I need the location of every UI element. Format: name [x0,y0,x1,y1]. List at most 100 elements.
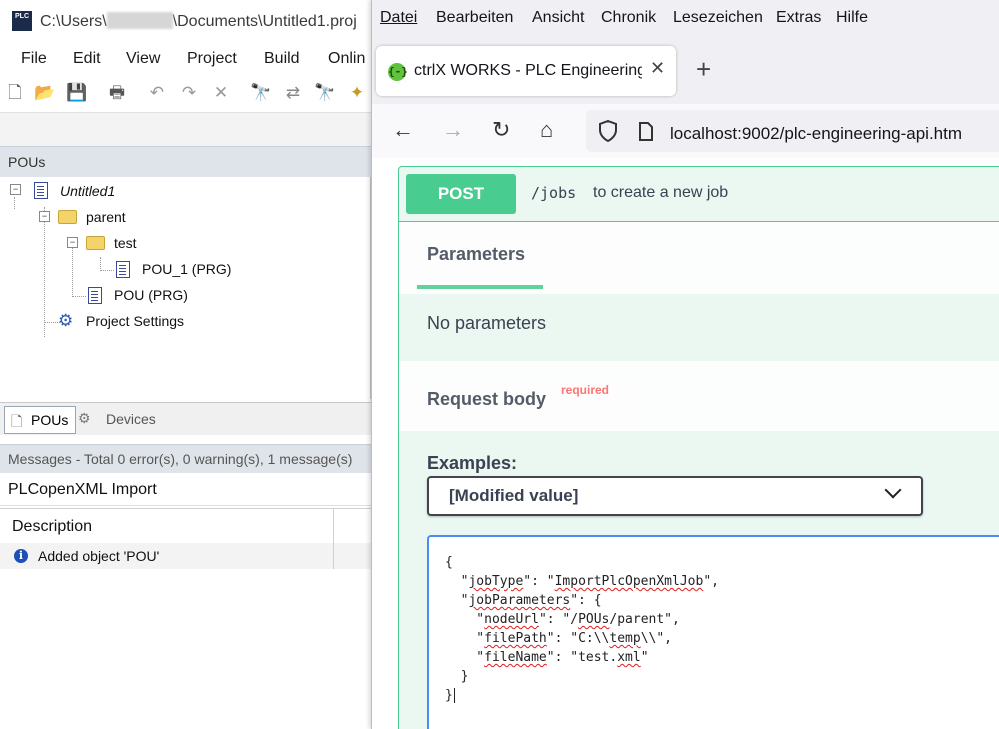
menu-edit[interactable]: Edit [73,50,101,68]
pous-panel-header: POUs [0,146,371,178]
project-icon [34,182,48,199]
project-settings-icon: ⚙ [58,311,74,330]
ide-toolbar: 🗋 📂 💾 🖶 ↶ ↷ ✕ 🔭 ⇄ 🔭 ✦ [0,76,371,110]
pous-panel-title: POUs [8,154,46,170]
collapse-toggle-root[interactable]: − [10,184,21,195]
ide-window: PLC C:\Users\ \Documents\Untitled1.proj F… [0,0,371,729]
examples-selected-value: [Modified value] [449,486,579,505]
messages-summary: Messages - Total 0 error(s), 0 warning(s… [8,451,353,467]
replace-icon[interactable]: ⇄ [282,82,304,104]
menu-bearbeiten[interactable]: Bearbeiten [436,9,513,27]
message-text: Added object 'POU' [38,548,160,564]
redo-icon[interactable]: ↷ [178,82,200,104]
home-icon[interactable]: ⌂ [540,116,553,144]
method-badge: POST [406,174,516,214]
tab-devices[interactable]: ⚙ Devices [78,406,168,432]
panel-tabs: 🗋 POUs ⚙ Devices [0,402,371,435]
shield-icon[interactable] [598,120,618,142]
save-icon[interactable]: 💾 [66,82,88,104]
redacted-username [106,12,173,29]
ide-window-title: C:\Users\ \Documents\Untitled1.proj [40,12,357,30]
menu-file[interactable]: File [21,50,47,68]
menu-chronik[interactable]: Chronik [601,9,656,27]
menu-datei[interactable]: Datei [380,9,417,27]
browser-menu-bar: Datei Bearbeiten Ansicht Chronik Lesezei… [372,0,999,36]
column-description[interactable]: Description [12,518,92,536]
close-tab-icon[interactable]: ✕ [650,58,665,79]
messages-table-header: Description [0,508,371,544]
bookmark-icon[interactable]: ✦ [346,82,368,104]
menu-ansicht[interactable]: Ansicht [532,9,584,27]
menu-hilfe[interactable]: Hilfe [836,9,868,27]
browser-tab-bar: {-} ctrlX WORKS - PLC Engineering ✕ + [372,36,999,104]
folder-icon [86,236,105,250]
browser-tab-active[interactable]: {-} ctrlX WORKS - PLC Engineering ✕ [376,46,676,96]
tab-parameters[interactable]: Parameters [427,244,525,265]
request-body-editor[interactable]: { "jobType": "ImportPlcOpenXmlJob", "job… [427,535,999,729]
delete-icon[interactable]: ✕ [210,82,232,104]
messages-table: Description i Added object 'POU' [0,508,371,729]
page-info-icon[interactable] [638,122,654,141]
url-text: localhost:9002/plc-engineering-api.htm [670,124,963,143]
folder-icon [58,210,77,224]
post-jobs-operation: POST /jobs to create a new job Parameter… [398,166,999,729]
request-body-json: { "jobType": "ImportPlcOpenXmlJob", "job… [445,555,719,703]
plc-logo-icon: PLC [12,11,32,31]
find-next-icon[interactable]: 🔭 [314,82,336,104]
collapse-toggle-test[interactable]: − [67,237,78,248]
tree-node-untitled1[interactable]: Untitled1 [60,181,115,201]
request-body-title: Request body [427,389,547,409]
swagger-page: POST /jobs to create a new job Parameter… [372,158,999,729]
program-icon [116,261,130,278]
tree-node-test[interactable]: test [114,233,137,253]
new-icon[interactable]: 🗋 [4,82,26,104]
table-row[interactable]: i Added object 'POU' [0,543,371,569]
request-body-header: Request body required [399,361,999,431]
tab-title: ctrlX WORKS - PLC Engineering [414,62,642,79]
tree-node-pou[interactable]: POU (PRG) [114,285,188,305]
menu-extras[interactable]: Extras [776,9,821,27]
menu-project[interactable]: Project [187,50,237,68]
menu-lesezeichen[interactable]: Lesezeichen [673,9,763,27]
find-icon[interactable]: 🔭 [250,82,272,104]
undo-icon[interactable]: ↶ [146,82,168,104]
tab-pous[interactable]: 🗋 POUs [4,406,76,434]
menu-view[interactable]: View [126,50,160,68]
required-label: required [561,383,610,397]
forward-icon[interactable]: → [442,116,464,144]
back-icon[interactable]: ← [392,116,414,144]
chevron-down-icon [884,481,902,499]
browser-nav-bar: ← → ↻ ⌂ localhost:9002/plc-engineering-a… [372,104,999,159]
parameters-section-header: Parameters [399,222,999,294]
operation-summary[interactable]: POST /jobs to create a new job [399,167,999,222]
examples-select[interactable]: [Modified value] [427,476,923,516]
reload-icon[interactable]: ↻ [492,116,510,144]
menu-build[interactable]: Build [264,50,300,68]
operation-path: /jobs [531,184,577,202]
devices-tab-icon: ⚙ [78,410,91,426]
info-icon: i [14,549,28,563]
tree-node-project-settings[interactable]: Project Settings [86,311,184,331]
print-icon[interactable]: 🖶 [106,82,128,104]
url-bar[interactable]: localhost:9002/plc-engineering-api.htm [586,110,999,152]
pous-tab-icon: 🗋 [11,413,23,429]
ide-title-bar: PLC C:\Users\ \Documents\Untitled1.proj [0,0,371,42]
browser-window: Datei Bearbeiten Ansicht Chronik Lesezei… [371,0,999,729]
tree-node-parent[interactable]: parent [86,207,126,227]
pou-tree: − Untitled1 − parent − test POU_1 (PRG) … [0,177,371,399]
ide-toolbar-strip [0,112,371,147]
program-icon [88,287,102,304]
tree-node-pou1[interactable]: POU_1 (PRG) [142,259,231,279]
new-tab-button[interactable]: + [696,56,711,82]
menu-online[interactable]: Onlin [328,50,365,68]
collapse-toggle-parent[interactable]: − [39,211,50,222]
messages-category-filter[interactable]: PLCopenXML Import [0,473,371,506]
ctrlx-favicon-icon: {-} [388,63,408,81]
ide-menu-bar: File Edit View Project Build Onlin [0,44,371,74]
open-icon[interactable]: 📂 [34,82,56,104]
examples-label: Examples: [427,453,518,473]
no-parameters-text: No parameters [427,313,547,333]
active-tab-underline [417,285,543,289]
messages-header: Messages - Total 0 error(s), 0 warning(s… [0,444,371,473]
operation-description: to create a new job [593,184,729,201]
